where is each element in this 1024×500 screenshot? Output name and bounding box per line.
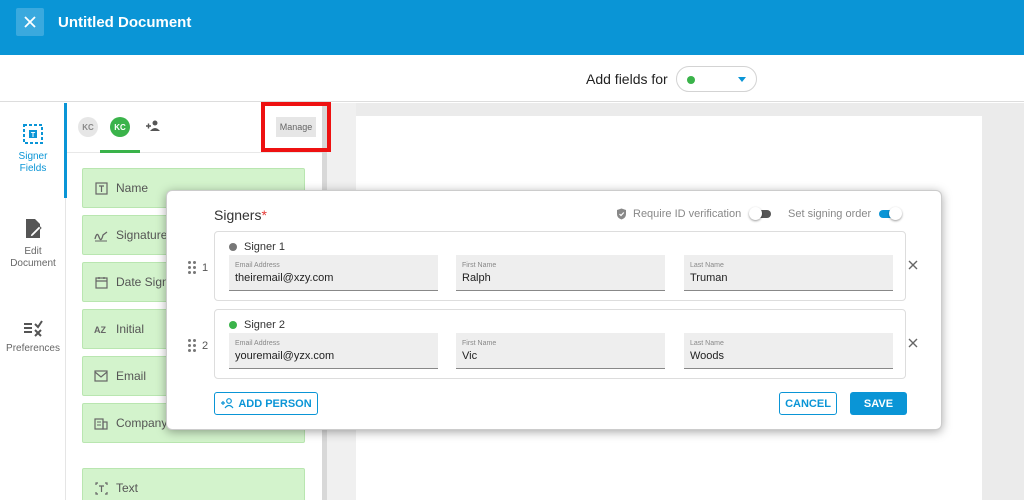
field-label: Text [116, 481, 139, 495]
rail-item-preferences[interactable]: Preferences [0, 319, 66, 355]
preferences-icon [24, 320, 43, 337]
last-name-field[interactable]: Last Name Truman [684, 255, 893, 291]
field-label: Date Sign [116, 275, 169, 289]
chevron-down-icon [738, 77, 746, 82]
initial-icon: AZ [94, 322, 108, 336]
rail-label-line2: Document [10, 258, 56, 269]
rail-label-line1: Signer [18, 151, 48, 162]
field-label: Signature [116, 228, 168, 242]
add-person-icon[interactable] [145, 120, 161, 132]
add-person-icon [221, 398, 234, 409]
first-name-field[interactable]: First Name Ralph [456, 255, 665, 291]
signer-name: Signer 2 [244, 319, 285, 331]
signing-order-toggle-group: Set signing order [788, 207, 903, 220]
svg-text:T: T [31, 132, 36, 139]
signer-selector[interactable] [676, 66, 757, 92]
field-label: Email [116, 369, 147, 383]
add-fields-for-label: Add fields for [586, 71, 668, 87]
first-name-label: First Name [462, 262, 497, 269]
email-field-value: theiremail@xzy.com [235, 272, 334, 284]
remove-signer-button[interactable] [908, 335, 918, 353]
top-bar: Untitled Document [0, 0, 1024, 55]
signer-card: Signer 2 Email Address youremail@yzx.com… [214, 309, 906, 379]
company-icon [94, 416, 108, 430]
last-name-field[interactable]: Last Name Woods [684, 333, 893, 369]
shield-icon [617, 208, 626, 220]
rail-item-signer-fields[interactable]: T Signer Fields [0, 123, 66, 175]
highlight-annotation [261, 102, 331, 152]
email-field-label: Email Address [235, 340, 280, 347]
signer-color-dot [229, 321, 237, 329]
email-field-label: Email Address [235, 262, 280, 269]
signer-heading: Signer 2 [229, 319, 285, 331]
drag-handle-icon [188, 261, 196, 274]
signer-card: Signer 1 Email Address theiremail@xzy.co… [214, 231, 906, 301]
close-button[interactable] [16, 8, 44, 36]
drag-handle[interactable]: 2 [188, 339, 208, 352]
svg-text:AZ: AZ [94, 325, 106, 335]
drag-handle[interactable]: 1 [188, 261, 208, 274]
signer-name: Signer 1 [244, 241, 285, 253]
field-item-text[interactable]: Text [82, 468, 305, 500]
edit-document-icon [26, 219, 42, 238]
active-tab-underline [100, 150, 140, 153]
email-icon [94, 369, 108, 383]
avatar[interactable]: KC [78, 117, 98, 137]
rail-label-line1: Preferences [6, 343, 60, 354]
rail-label-line1: Edit [24, 246, 42, 257]
signer-heading: Signer 1 [229, 241, 285, 253]
close-icon [24, 16, 36, 28]
avatar[interactable]: KC [110, 117, 130, 137]
signing-order-label: Set signing order [788, 208, 872, 220]
add-person-label: ADD PERSON [238, 397, 312, 410]
cancel-button[interactable]: CANCEL [779, 392, 837, 415]
last-name-label: Last Name [690, 340, 724, 347]
field-label: Initial [116, 322, 145, 336]
field-label: Name [116, 181, 149, 195]
field-label: Company [116, 416, 168, 430]
require-id-toggle-group: Require ID verification [616, 207, 772, 220]
rail-item-edit-document[interactable]: Edit Document [0, 218, 66, 270]
close-icon [908, 260, 918, 270]
calendar-icon [94, 275, 108, 289]
signer-color-dot [687, 76, 695, 84]
signer-color-dot [229, 243, 237, 251]
last-name-label: Last Name [690, 262, 724, 269]
signers-modal: Signers* Require ID verification Set sig… [166, 190, 942, 430]
toggle-knob [889, 207, 903, 220]
email-field[interactable]: Email Address theiremail@xzy.com [229, 255, 438, 291]
require-id-label: Require ID verification [633, 208, 742, 220]
name-field-icon [94, 181, 108, 195]
signer-order-number: 1 [202, 261, 209, 274]
toggle-knob [749, 207, 763, 220]
rail-label-line2: Fields [19, 163, 47, 174]
remove-signer-button[interactable] [908, 257, 918, 275]
document-title: Untitled Document [58, 14, 192, 31]
text-field-icon [94, 481, 108, 495]
email-field-value: youremail@yzx.com [235, 350, 335, 362]
email-field[interactable]: Email Address youremail@yzx.com [229, 333, 438, 369]
require-id-toggle[interactable] [749, 207, 772, 220]
left-rail: T Signer Fields Edit Document Preference… [0, 103, 67, 500]
required-mark: * [261, 207, 267, 223]
close-icon [908, 338, 918, 348]
sub-header: Add fields for [0, 55, 1024, 102]
modal-title: Signers* [214, 207, 267, 223]
modal-title-text: Signers [214, 207, 262, 223]
add-person-button[interactable]: ADD PERSON [214, 392, 318, 415]
first-name-value: Ralph [462, 272, 491, 284]
signer-fields-icon: T [23, 124, 43, 144]
drag-handle-icon [188, 339, 196, 352]
first-name-value: Vic [462, 350, 478, 362]
last-name-value: Truman [690, 272, 728, 284]
signing-order-toggle[interactable] [879, 207, 903, 220]
signature-icon [94, 228, 108, 242]
last-name-value: Woods [690, 350, 725, 362]
signer-order-number: 2 [202, 339, 209, 352]
save-button[interactable]: SAVE [850, 392, 907, 415]
first-name-label: First Name [462, 340, 497, 347]
first-name-field[interactable]: First Name Vic [456, 333, 665, 369]
